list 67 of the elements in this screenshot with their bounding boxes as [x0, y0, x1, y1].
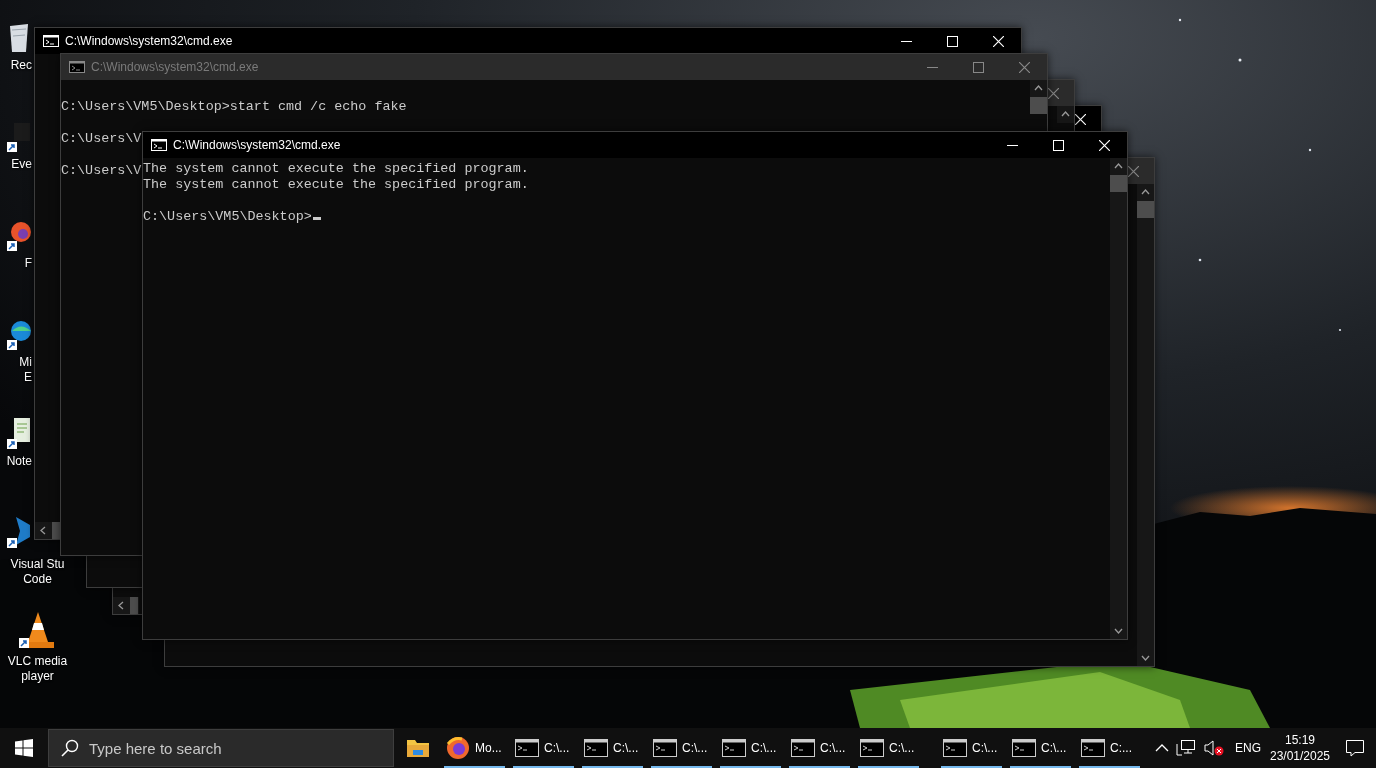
folder-icon [406, 737, 430, 759]
close-icon [1048, 87, 1059, 99]
horizontal-scrollbar[interactable] [113, 597, 139, 614]
console-icon [43, 35, 59, 47]
console-icon [69, 61, 85, 73]
search-icon [61, 739, 79, 757]
close-icon [1075, 113, 1086, 125]
icon-label[interactable]: Visual Stu Code [10, 557, 65, 587]
maximize-icon [972, 61, 984, 73]
speech-bubble-icon [1345, 739, 1365, 757]
console-icon [1012, 739, 1036, 757]
search-field[interactable]: Type here to search [48, 729, 394, 767]
horizontal-scrollbar[interactable] [35, 522, 60, 539]
console-icon [1081, 739, 1105, 757]
window-title: C:\Windows\system32\cmd.exe [65, 34, 233, 48]
taskbar-button[interactable]: C:\... [716, 728, 785, 768]
taskbar-button[interactable]: C:\... [1006, 728, 1075, 768]
taskbar-button[interactable]: C:\... [578, 728, 647, 768]
console-line: The system cannot execute the specified program. [143, 177, 529, 192]
window-title: C:\Windows\system32\cmd.exe [173, 138, 341, 152]
icon-label[interactable]: F [0, 256, 32, 271]
console-line: The system cannot execute the specified program. [143, 161, 529, 176]
console-line: C:\Users\V [61, 131, 142, 146]
taskbar-button[interactable]: C:\... [854, 728, 923, 768]
console-icon [653, 739, 677, 757]
console-line: C:\Users\V [61, 163, 142, 178]
taskbar-button[interactable]: C:\... [647, 728, 716, 768]
taskbar-button[interactable]: C:\... [937, 728, 1006, 768]
window-title: C:\Windows\system32\cmd.exe [91, 60, 259, 74]
console-icon [515, 739, 539, 757]
scroll-thumb[interactable] [1137, 201, 1154, 218]
console-line: C:\Users\VM5\Desktop>start cmd /c echo fake [61, 99, 407, 114]
icon-label[interactable]: Note [0, 454, 32, 469]
scroll-thumb[interactable] [1110, 175, 1127, 192]
icon-label[interactable]: Mi E [0, 355, 32, 385]
language-indicator[interactable]: ENG [1232, 728, 1264, 768]
console-icon [584, 739, 608, 757]
close-icon [992, 35, 1004, 47]
maximize-icon [946, 35, 958, 47]
close-icon [1098, 139, 1110, 151]
console-icon [943, 739, 967, 757]
volume-icon[interactable] [1204, 739, 1226, 757]
scroll-thumb[interactable] [52, 522, 60, 539]
close-icon [1128, 165, 1139, 177]
taskbar-button[interactable]: Mo... [440, 728, 509, 768]
icon-label[interactable]: Rec [0, 58, 32, 73]
icon-label[interactable]: Eve [0, 157, 32, 172]
network-icon[interactable] [1176, 739, 1196, 757]
scroll-thumb[interactable] [130, 597, 138, 614]
taskbar-button[interactable]: C:... [1075, 728, 1144, 768]
notepad-icon[interactable] [6, 416, 32, 450]
four-panes-icon [15, 739, 33, 757]
console-icon [860, 739, 884, 757]
taskbar-button[interactable]: C:\... [509, 728, 578, 768]
browser-icon [446, 736, 470, 760]
taskbar-button[interactable]: C:\... [785, 728, 854, 768]
maximize-icon [1052, 139, 1064, 151]
icon-label[interactable]: VLC media player [7, 654, 68, 684]
close-icon [1018, 61, 1030, 73]
scroll-thumb[interactable] [1030, 97, 1047, 114]
console-line: C:\Users\VM5\Desktop> [143, 209, 312, 224]
console-icon [722, 739, 746, 757]
console-icon [791, 739, 815, 757]
console-icon [151, 139, 167, 151]
clock[interactable]: 15:19 23/01/2025 [1266, 728, 1334, 768]
chevron-icon [1155, 743, 1169, 753]
code-editor-icon[interactable] [6, 515, 32, 549]
